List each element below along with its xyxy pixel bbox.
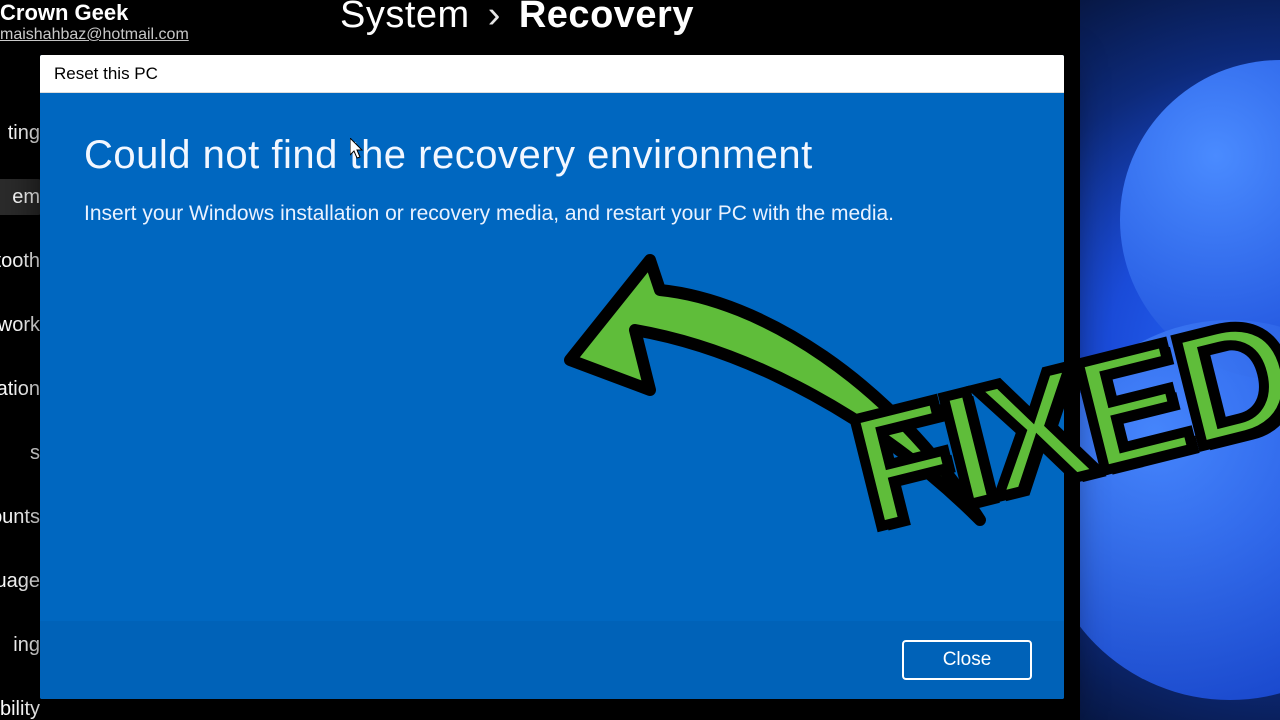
chevron-right-icon: › bbox=[488, 0, 501, 37]
reset-pc-dialog: Reset this PC Could not find the recover… bbox=[40, 55, 1064, 699]
sidebar-item[interactable]: work bbox=[0, 307, 42, 343]
breadcrumb: System › Recovery bbox=[340, 0, 694, 37]
account-block[interactable]: Crown Geek maishahbaz@hotmail.com bbox=[0, 0, 189, 44]
dialog-content: Could not find the recovery environment … bbox=[40, 93, 1064, 621]
account-email: maishahbaz@hotmail.com bbox=[0, 26, 189, 44]
settings-sidebar: ting em etooth work onalization s ounts … bbox=[0, 115, 42, 720]
sidebar-item[interactable]: ing bbox=[0, 627, 42, 663]
sidebar-item-system[interactable]: em bbox=[0, 179, 42, 215]
dialog-title: Reset this PC bbox=[54, 64, 158, 84]
breadcrumb-parent[interactable]: System bbox=[340, 0, 470, 37]
close-button[interactable]: Close bbox=[902, 640, 1032, 680]
account-name: Crown Geek bbox=[0, 0, 189, 26]
sidebar-item[interactable]: s bbox=[0, 435, 42, 471]
dialog-heading: Could not find the recovery environment bbox=[84, 133, 1020, 178]
dialog-titlebar: Reset this PC bbox=[40, 55, 1064, 93]
sidebar-item[interactable]: e & language bbox=[0, 563, 42, 599]
sidebar-item[interactable]: ting bbox=[0, 115, 42, 151]
sidebar-item[interactable]: etooth bbox=[0, 243, 42, 279]
sidebar-item[interactable]: onalization bbox=[0, 371, 42, 407]
dialog-footer: Close bbox=[40, 621, 1064, 699]
dialog-body: Insert your Windows installation or reco… bbox=[84, 202, 1020, 226]
sidebar-item[interactable]: essibility bbox=[0, 691, 42, 720]
sidebar-item[interactable]: ounts bbox=[0, 499, 42, 535]
breadcrumb-current: Recovery bbox=[519, 0, 694, 37]
